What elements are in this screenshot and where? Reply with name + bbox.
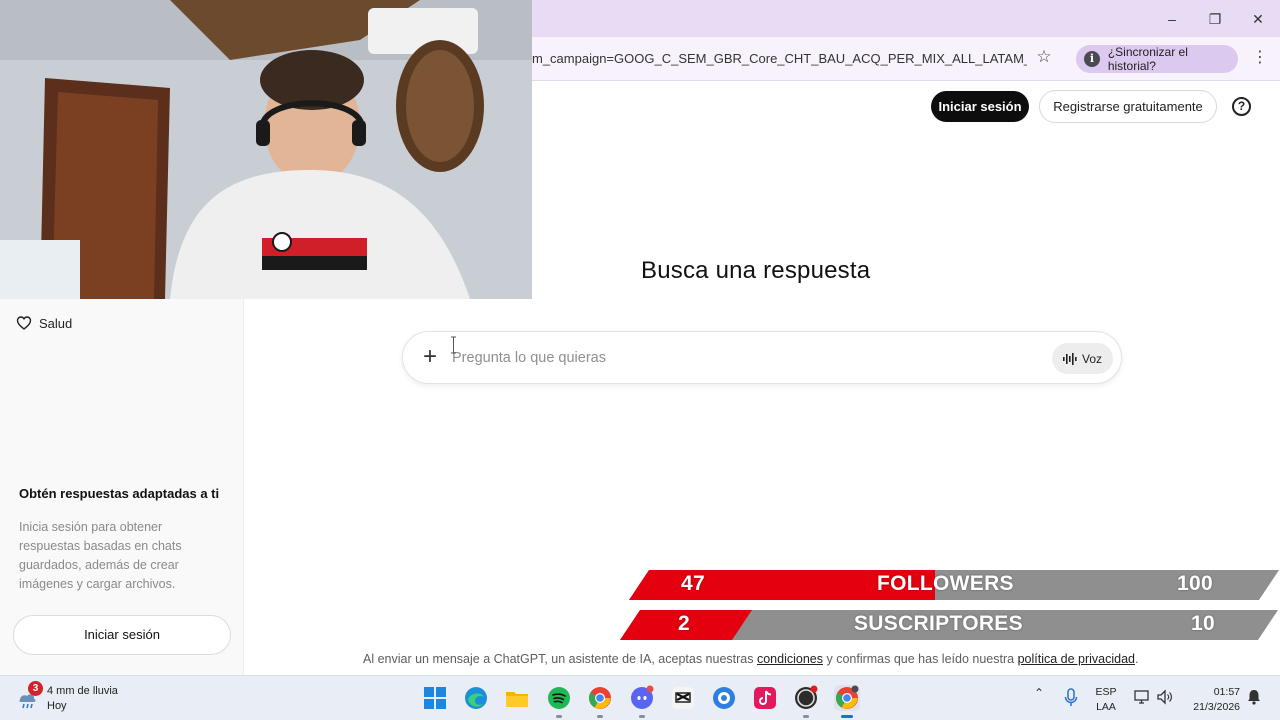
capcut-icon[interactable] bbox=[670, 685, 696, 711]
obs-icon[interactable] bbox=[793, 685, 819, 711]
running-indicator bbox=[556, 715, 562, 718]
system-clock[interactable]: 01:57 21/3/2026 bbox=[1183, 685, 1240, 715]
running-indicator bbox=[639, 715, 645, 718]
file-explorer-icon[interactable] bbox=[504, 685, 530, 711]
privacy-link[interactable]: política de privacidad bbox=[1018, 652, 1135, 666]
spotify-icon[interactable] bbox=[546, 685, 572, 711]
volume-icon[interactable] bbox=[1156, 689, 1174, 705]
sidebar-item-label: Salud bbox=[39, 315, 73, 331]
weather-day: Hoy bbox=[47, 700, 67, 712]
notification-bell-icon[interactable] bbox=[1246, 688, 1262, 706]
language-code: ESP bbox=[1095, 686, 1117, 698]
chevron-up-icon[interactable]: ⌃ bbox=[1034, 686, 1044, 700]
voice-label: Voz bbox=[1081, 351, 1102, 366]
sidebar-item-health[interactable]: Salud bbox=[16, 315, 72, 331]
followers-label: FOLLOWERS bbox=[877, 572, 1014, 595]
windows-start-icon[interactable] bbox=[422, 685, 448, 711]
footer-text: . bbox=[1135, 652, 1139, 666]
add-attachment-icon[interactable]: + bbox=[420, 344, 440, 370]
heart-icon bbox=[16, 316, 32, 330]
clock-date: 21/3/2026 bbox=[1193, 701, 1240, 713]
active-indicator bbox=[841, 715, 853, 718]
edge-icon[interactable] bbox=[463, 685, 489, 711]
discord-icon[interactable] bbox=[629, 685, 655, 711]
voice-button[interactable]: Voz bbox=[1052, 343, 1113, 374]
close-icon[interactable]: ✕ bbox=[1247, 8, 1269, 30]
tiktok-icon[interactable] bbox=[752, 685, 778, 711]
clock-time: 01:57 bbox=[1213, 686, 1240, 698]
prompt-input[interactable]: Pregunta lo que quieras bbox=[452, 350, 606, 366]
more-menu-icon[interactable]: ⋮ bbox=[1252, 47, 1268, 67]
subscribers-counter: 2 SUSCRIPTORES 10 bbox=[620, 610, 1278, 640]
bookmark-star-icon[interactable]: ☆ bbox=[1034, 47, 1054, 67]
followers-counter: 47 FOLLOWERS 100 bbox=[629, 570, 1279, 600]
header-login-button[interactable]: Iniciar sesión bbox=[931, 91, 1029, 122]
minimize-icon[interactable]: – bbox=[1161, 8, 1183, 30]
webcam-overlay bbox=[0, 0, 532, 299]
chrome-active-icon[interactable] bbox=[834, 685, 860, 711]
sync-history-button[interactable]: i ¿Sincronizar el historial? bbox=[1076, 45, 1238, 73]
followers-current: 47 bbox=[681, 572, 705, 595]
terms-link[interactable]: condiciones bbox=[757, 652, 823, 666]
subscribers-goal: 10 bbox=[1191, 612, 1215, 635]
voice-wave-icon bbox=[1062, 352, 1077, 365]
language-indicator[interactable]: ESP LAA bbox=[1094, 685, 1118, 715]
page-title: Busca una respuesta bbox=[641, 257, 871, 284]
weather-badge: 3 bbox=[28, 681, 43, 696]
help-icon[interactable]: ? bbox=[1232, 97, 1251, 116]
prompt-composer[interactable]: + Pregunta lo que quieras Voz bbox=[402, 331, 1122, 384]
address-bar[interactable]: m_campaign=GOOG_C_SEM_GBR_Core_CHT_BAU_A… bbox=[532, 51, 1027, 66]
app-icon[interactable] bbox=[711, 685, 737, 711]
sidebar-promo-title: Obtén respuestas adaptadas a ti bbox=[19, 486, 220, 501]
weather-widget[interactable]: 4 mm de lluvia Hoy bbox=[47, 684, 118, 714]
sync-history-label: ¿Sincronizar el historial? bbox=[1107, 45, 1188, 73]
sidebar: Salud Obtén respuestas adaptadas a ti In… bbox=[0, 299, 244, 675]
text-cursor-icon bbox=[451, 336, 456, 354]
footer-text: Al enviar un mensaje a ChatGPT, un asist… bbox=[363, 652, 757, 666]
taskbar: 3 4 mm de lluvia Hoy ⌃ ESP LAA 01:57 21/… bbox=[0, 675, 1280, 720]
terms-footer: Al enviar un mensaje a ChatGPT, un asist… bbox=[363, 652, 1138, 666]
keyboard-layout: LAA bbox=[1096, 701, 1116, 713]
running-indicator bbox=[803, 715, 809, 718]
sidebar-login-button[interactable]: Iniciar sesión bbox=[13, 615, 231, 655]
restore-icon[interactable]: ❐ bbox=[1204, 8, 1226, 30]
running-indicator bbox=[597, 715, 603, 718]
microphone-icon[interactable] bbox=[1064, 688, 1078, 708]
footer-text: y confirmas que has leído nuestra bbox=[823, 652, 1018, 666]
subscribers-label: SUSCRIPTORES bbox=[854, 612, 1023, 635]
chrome-icon[interactable] bbox=[587, 685, 613, 711]
webcam-image bbox=[0, 0, 532, 299]
info-icon: i bbox=[1084, 51, 1100, 67]
followers-goal: 100 bbox=[1177, 572, 1213, 595]
subscribers-current: 2 bbox=[678, 612, 690, 635]
header-register-button[interactable]: Registrarse gratuitamente bbox=[1039, 90, 1217, 123]
network-icon[interactable] bbox=[1134, 689, 1151, 705]
sidebar-promo-text: Inicia sesión para obtener respuestas ba… bbox=[19, 520, 182, 591]
weather-summary: 4 mm de lluvia bbox=[47, 685, 118, 697]
